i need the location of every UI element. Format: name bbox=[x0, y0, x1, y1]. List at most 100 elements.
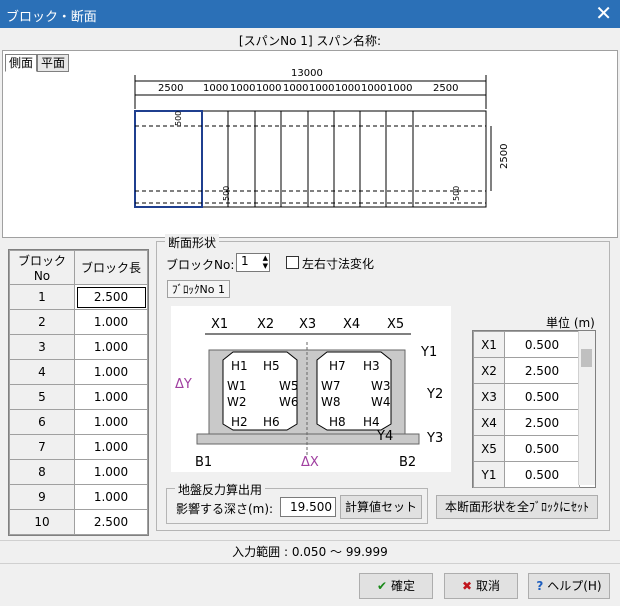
label-dy: ΔY bbox=[175, 377, 192, 392]
depth-input[interactable]: 19.500 bbox=[280, 497, 336, 517]
header-block-no: ブロックNo bbox=[9, 250, 75, 285]
label-h1: H1 bbox=[231, 359, 248, 373]
spinner-arrows-icon[interactable]: ▲ ▼ bbox=[263, 254, 268, 270]
bottom-right-marker: 500 bbox=[452, 186, 461, 201]
lr-change-checkbox[interactable] bbox=[286, 256, 299, 269]
param-value[interactable]: 0.500 bbox=[504, 383, 580, 410]
row-len-cell[interactable]: 1.000 bbox=[74, 459, 148, 485]
label-y4: Y4 bbox=[376, 429, 393, 444]
table-row: 8 1.000 bbox=[9, 459, 148, 485]
row-len-cell[interactable]: 1.000 bbox=[74, 484, 148, 510]
label-x3: X3 bbox=[299, 317, 316, 332]
table-row: X2 2.500 bbox=[473, 357, 580, 384]
row-len-cell[interactable]: 1.000 bbox=[74, 359, 148, 385]
scroll-thumb[interactable] bbox=[581, 349, 592, 367]
label-x2: X2 bbox=[257, 317, 274, 332]
block-no-spinner[interactable]: 1 ▲ ▼ bbox=[236, 253, 270, 272]
section-group-label: 断面形状 bbox=[165, 234, 220, 251]
param-value[interactable]: 0.500 bbox=[504, 331, 580, 358]
table-row: 5 1.000 bbox=[9, 384, 148, 410]
row-len-cell[interactable]: 2.500 bbox=[74, 284, 148, 310]
input-range-status: 入力範囲 : 0.050 ～ 99.999 bbox=[0, 540, 620, 564]
row-no: 9 bbox=[9, 484, 75, 510]
help-label: ヘルプ(H) bbox=[547, 579, 602, 593]
ok-label: 確定 bbox=[390, 579, 415, 593]
table-row: X3 0.500 bbox=[473, 383, 580, 410]
param-value[interactable]: 0.500 bbox=[504, 435, 580, 462]
table-row: 6 1.000 bbox=[9, 409, 148, 435]
table-row: X5 0.500 bbox=[473, 435, 580, 462]
block-no-value: 1 bbox=[241, 254, 249, 268]
label-w7: W7 bbox=[321, 379, 341, 393]
question-icon: ? bbox=[536, 579, 544, 593]
row-no: 3 bbox=[9, 334, 75, 360]
params-table: X1 0.500 X2 2.500 X3 0.500 X4 2.500 X5 0.500 … bbox=[472, 330, 596, 488]
label-h8: H8 bbox=[329, 415, 346, 429]
dim-0: 2500 bbox=[158, 83, 183, 94]
label-h6: H6 bbox=[263, 415, 280, 429]
row-no: 6 bbox=[9, 409, 75, 435]
apply-all-button[interactable]: 本断面形状を全ﾌﾞﾛｯｸにｾｯﾄ bbox=[436, 495, 598, 519]
param-value[interactable]: 0.500 bbox=[504, 461, 580, 488]
table-row: 3 1.000 bbox=[9, 334, 148, 360]
table-row: Y1 0.500 bbox=[473, 461, 580, 488]
row-len-cell[interactable]: 1.000 bbox=[74, 409, 148, 435]
label-h2: H2 bbox=[231, 415, 248, 429]
side-view-drawing: 13000 2500 1000 1000 1000 1000 1000 1000… bbox=[134, 68, 510, 208]
side-view-pane: 側面 平面 13000 2500 1000 1000 1000 1000 100… bbox=[2, 50, 618, 238]
dim-2: 1000 bbox=[230, 83, 255, 94]
label-h5: H5 bbox=[263, 359, 280, 373]
table-row: 4 1.000 bbox=[9, 359, 148, 385]
dim-4: 1000 bbox=[283, 83, 308, 94]
param-key: X1 bbox=[473, 331, 505, 358]
unit-label: 単位 (m) bbox=[546, 316, 595, 330]
help-button[interactable]: ? ヘルプ(H) bbox=[528, 573, 610, 599]
calc-set-button[interactable]: 計算値セット bbox=[340, 495, 422, 519]
label-x1: X1 bbox=[211, 317, 228, 332]
label-y2: Y2 bbox=[426, 387, 443, 402]
table-row: 2 1.000 bbox=[9, 309, 148, 335]
row-no: 10 bbox=[9, 509, 75, 535]
section-diagram: X1 X2 X3 X4 X5 Y1 Y2 Y3 Y4 B1 ΔX B2 ΔY H… bbox=[171, 306, 451, 472]
table-row: 7 1.000 bbox=[9, 434, 148, 460]
row-no: 5 bbox=[9, 384, 75, 410]
bottom-left-marker: 500 bbox=[222, 186, 231, 201]
section-drawing: X1 X2 X3 X4 X5 Y1 Y2 Y3 Y4 B1 ΔX B2 ΔY H… bbox=[175, 317, 443, 470]
label-w1: W1 bbox=[227, 379, 247, 393]
span-label: [スパンNo 1] スパン名称: bbox=[238, 34, 382, 48]
row-len-cell[interactable]: 1.000 bbox=[74, 384, 148, 410]
dim-7: 1000 bbox=[361, 83, 386, 94]
param-key: X5 bbox=[473, 435, 505, 462]
params-scrollbar[interactable] bbox=[578, 331, 595, 485]
row-len-cell[interactable]: 1.000 bbox=[74, 434, 148, 460]
label-w2: W2 bbox=[227, 395, 247, 409]
cancel-button[interactable]: ✖ 取消 bbox=[444, 573, 518, 599]
label-w6: W6 bbox=[279, 395, 299, 409]
row-len-cell[interactable]: 1.000 bbox=[74, 334, 148, 360]
param-value[interactable]: 2.500 bbox=[504, 357, 580, 384]
close-icon[interactable]: ✕ bbox=[595, 2, 612, 24]
param-key: X4 bbox=[473, 409, 505, 436]
row-no: 1 bbox=[9, 284, 75, 310]
label-w5: W5 bbox=[279, 379, 299, 393]
label-dx: ΔX bbox=[301, 455, 319, 470]
row-len-cell[interactable]: 1.000 bbox=[74, 309, 148, 335]
label-h7: H7 bbox=[329, 359, 346, 373]
dim-8: 1000 bbox=[387, 83, 412, 94]
ok-button[interactable]: ✔ 確定 bbox=[359, 573, 433, 599]
label-w3: W3 bbox=[371, 379, 391, 393]
label-h3: H3 bbox=[363, 359, 380, 373]
row-no: 8 bbox=[9, 459, 75, 485]
label-y3: Y3 bbox=[426, 431, 443, 446]
window-title: ブロック・断面 bbox=[6, 10, 97, 25]
row-no: 7 bbox=[9, 434, 75, 460]
param-key: Y1 bbox=[473, 461, 505, 488]
dim-3: 1000 bbox=[256, 83, 281, 94]
lr-change-label: 左右寸法変化 bbox=[302, 257, 375, 271]
title-bar: ブロック・断面 ✕ bbox=[0, 0, 620, 28]
param-value[interactable]: 2.500 bbox=[504, 409, 580, 436]
header-block-len: ブロック長 bbox=[74, 250, 148, 285]
row-len-cell[interactable]: 2.500 bbox=[74, 509, 148, 535]
check-icon: ✔ bbox=[377, 579, 388, 593]
depth-label: 影響する深さ(m): bbox=[176, 502, 274, 516]
